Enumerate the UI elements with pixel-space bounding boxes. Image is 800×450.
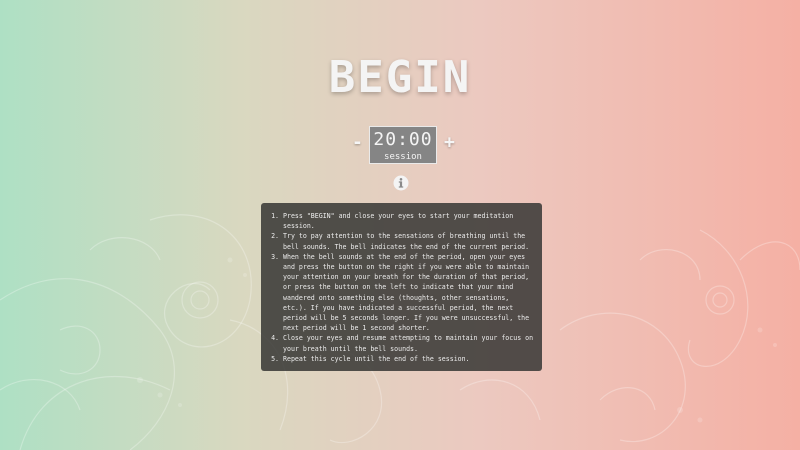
session-timer-control: - 20:00 session + <box>0 126 800 166</box>
session-timer-display: 20:00 session <box>369 126 437 164</box>
instructions-list: Press "BEGIN" and close your eyes to sta… <box>269 211 534 364</box>
instructions-panel: Press "BEGIN" and close your eyes to sta… <box>261 203 542 371</box>
instruction-item: Repeat this cycle until the end of the s… <box>283 354 534 364</box>
instruction-item: Close your eyes and resume attempting to… <box>283 333 534 353</box>
instruction-item: Press "BEGIN" and close your eyes to sta… <box>283 211 534 231</box>
begin-button[interactable]: BEGIN <box>0 52 800 103</box>
instruction-item: When the bell sounds at the end of the p… <box>283 252 534 334</box>
decrease-duration-button[interactable]: - <box>352 132 363 153</box>
timer-mode-label: session <box>384 152 422 162</box>
increase-duration-button[interactable]: + <box>444 132 455 153</box>
info-icon[interactable] <box>393 175 409 191</box>
instruction-item: Try to pay attention to the sensations o… <box>283 231 534 251</box>
timer-value: 20:00 <box>373 129 433 150</box>
